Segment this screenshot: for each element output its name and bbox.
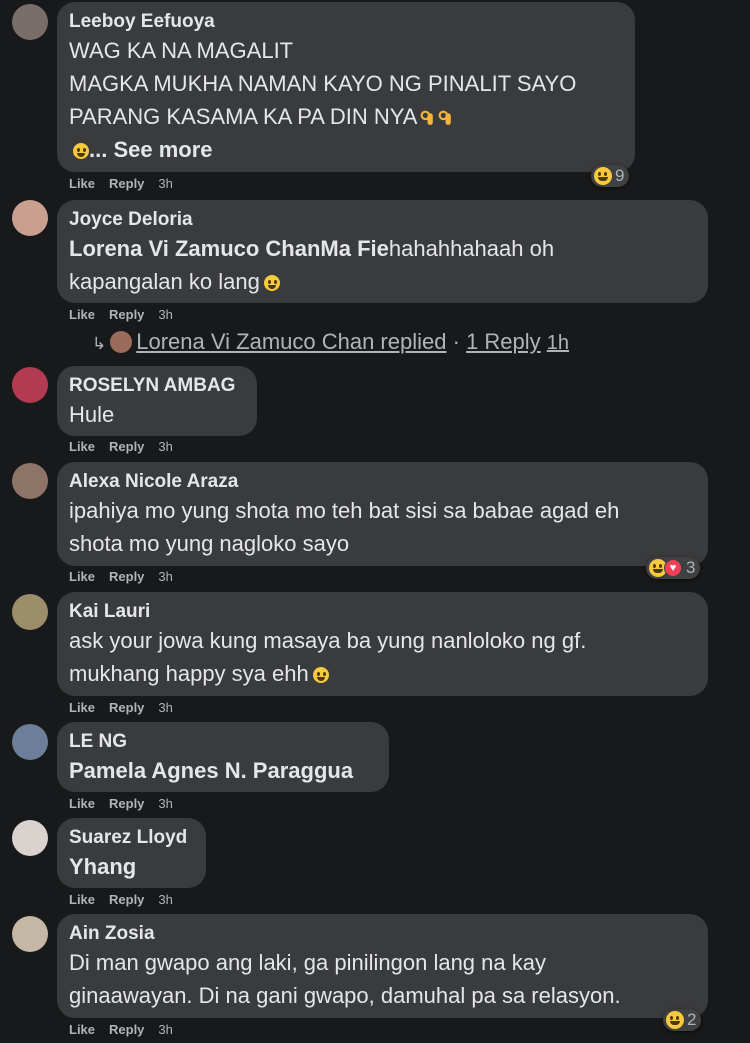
comment-author[interactable]: ROSELYN AMBAG: [69, 374, 245, 398]
reply-button[interactable]: Reply: [109, 439, 144, 454]
comment-author[interactable]: Leeboy Eefuoya: [69, 10, 623, 34]
like-button[interactable]: Like: [69, 307, 95, 322]
comment-text: Lorena Vi Zamuco ChanMa Fiehahahhahaah o…: [69, 236, 555, 294]
comment-actions: Like Reply 3h: [69, 892, 187, 907]
comment-bubble: Leeboy Eefuoya WAG KA NA MAGALIT MAGKA M…: [57, 2, 635, 172]
comment-author[interactable]: Kai Lauri: [69, 600, 696, 624]
like-button[interactable]: Like: [69, 569, 95, 584]
comment-bubble: Alexa Nicole Araza ipahiya mo yung shota…: [57, 462, 708, 566]
comment-actions: Like Reply 3h: [69, 176, 187, 191]
timestamp[interactable]: 3h: [158, 569, 172, 584]
comment-bubble: Kai Lauri ask your jowa kung masaya ba y…: [57, 592, 708, 696]
reply-button[interactable]: Reply: [109, 700, 144, 715]
avatar[interactable]: [12, 820, 48, 856]
avatar[interactable]: [12, 367, 48, 403]
see-more-link[interactable]: ... See more: [89, 137, 213, 162]
reply-button[interactable]: Reply: [109, 892, 144, 907]
avatar[interactable]: [12, 200, 48, 236]
comment-author[interactable]: LE NG: [69, 730, 377, 754]
avatar[interactable]: [12, 724, 48, 760]
timestamp[interactable]: 3h: [158, 439, 172, 454]
timestamp[interactable]: 3h: [158, 307, 172, 322]
ok-hand-icon: [439, 110, 452, 125]
avatar[interactable]: [12, 4, 48, 40]
comment-text: Di man gwapo ang laki, ga pinilingon lan…: [69, 950, 621, 1008]
avatar: [110, 331, 133, 353]
comment-bubble: ROSELYN AMBAG Hule: [57, 366, 257, 436]
grinning-face-icon: [312, 667, 329, 683]
like-button[interactable]: Like: [69, 439, 95, 454]
comment-text: Yhang: [69, 850, 194, 883]
reply-arrow-icon: ↳: [92, 334, 107, 353]
comment-actions: Like Reply 3h: [69, 569, 187, 584]
reply-button[interactable]: Reply: [109, 796, 144, 811]
reaction-count[interactable]: ♥ 3: [646, 557, 701, 579]
timestamp[interactable]: 3h: [158, 1022, 172, 1037]
reply-button[interactable]: Reply: [109, 1022, 144, 1037]
comment-bubble: Ain Zosia Di man gwapo ang laki, ga pini…: [57, 914, 708, 1018]
comment-bubble: Joyce Deloria Lorena Vi Zamuco ChanMa Fi…: [57, 200, 708, 303]
avatar[interactable]: [12, 594, 48, 630]
comment-text: ask your jowa kung masaya ba yung nanlol…: [69, 628, 587, 686]
comment-actions: Like Reply 3h: [69, 796, 187, 811]
comment-text: Pamela Agnes N. Paraggua: [69, 754, 377, 787]
avatar[interactable]: [12, 463, 48, 499]
timestamp[interactable]: 3h: [158, 796, 172, 811]
timestamp[interactable]: 3h: [158, 892, 172, 907]
comment-bubble: LE NG Pamela Agnes N. Paraggua: [57, 722, 389, 792]
comment-actions: Like Reply 3h: [69, 700, 187, 715]
like-button[interactable]: Like: [69, 892, 95, 907]
haha-reaction-icon: [666, 1011, 684, 1029]
comment-author[interactable]: Suarez Lloyd: [69, 826, 194, 850]
view-replies-link[interactable]: ↳ Lorena Vi Zamuco Chan replied · 1 Reply…: [92, 329, 569, 355]
reply-button[interactable]: Reply: [109, 569, 144, 584]
haha-reaction-icon: [594, 167, 612, 185]
like-button[interactable]: Like: [69, 176, 95, 191]
like-button[interactable]: Like: [69, 700, 95, 715]
comment-actions: Like Reply 3h: [69, 1022, 187, 1037]
grinning-face-icon: [263, 275, 280, 291]
reply-button[interactable]: Reply: [109, 176, 144, 191]
reaction-count[interactable]: 2: [663, 1009, 702, 1031]
mention-tag[interactable]: Pamela Agnes N. Paraggua: [69, 758, 353, 783]
comment-text: WAG KA NA MAGALIT MAGKA MUKHA NAMAN KAYO…: [69, 38, 577, 162]
timestamp[interactable]: 3h: [158, 176, 172, 191]
reply-button[interactable]: Reply: [109, 307, 144, 322]
ok-hand-icon: [421, 110, 434, 125]
grinning-face-icon: [73, 143, 89, 159]
mention-tag[interactable]: Yhang: [69, 854, 136, 879]
avatar[interactable]: [12, 916, 48, 952]
timestamp[interactable]: 3h: [158, 700, 172, 715]
comment-text: ipahiya mo yung shota mo teh bat sisi sa…: [69, 498, 620, 556]
comment-text: Hule: [69, 402, 115, 427]
mention-tag[interactable]: Lorena Vi Zamuco ChanMa Fie: [69, 236, 389, 261]
comment-author[interactable]: Joyce Deloria: [69, 208, 696, 232]
comment-bubble: Suarez Lloyd Yhang: [57, 818, 206, 888]
comment-author[interactable]: Ain Zosia: [69, 922, 696, 946]
comment-actions: Like Reply 3h: [69, 307, 187, 322]
love-reaction-icon: ♥: [664, 559, 682, 577]
reaction-count[interactable]: 9: [591, 165, 630, 187]
comment-actions: Like Reply 3h: [69, 439, 187, 454]
comment-author[interactable]: Alexa Nicole Araza: [69, 470, 696, 494]
like-button[interactable]: Like: [69, 1022, 95, 1037]
like-button[interactable]: Like: [69, 796, 95, 811]
